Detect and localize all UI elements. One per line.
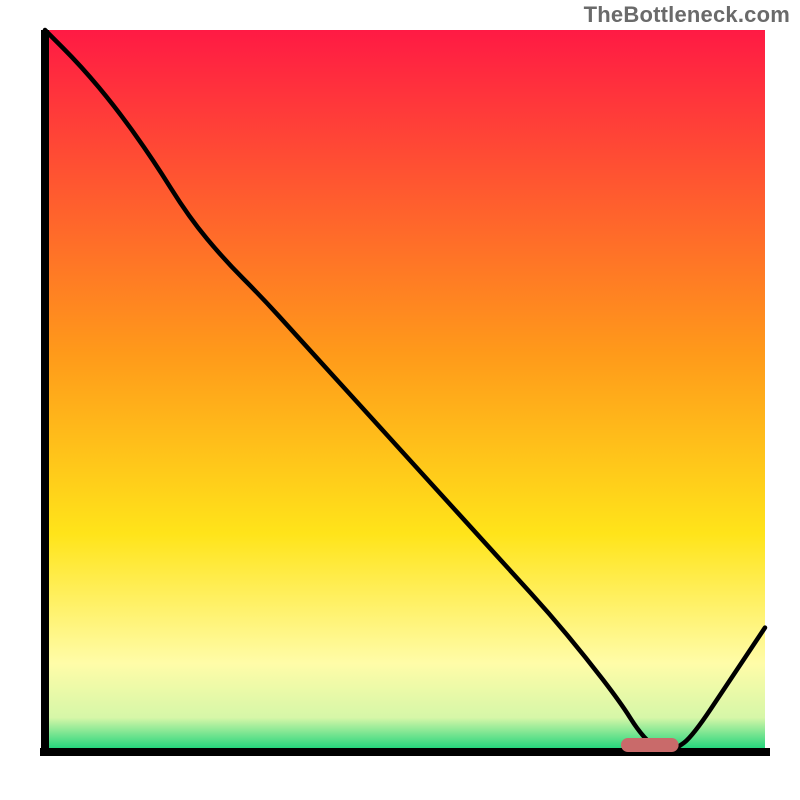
chart-container: { "watermark": "TheBottleneck.com", "cha… bbox=[0, 0, 800, 800]
optimal-marker bbox=[621, 738, 679, 752]
bottleneck-chart bbox=[0, 0, 800, 800]
plot-background bbox=[45, 30, 765, 750]
